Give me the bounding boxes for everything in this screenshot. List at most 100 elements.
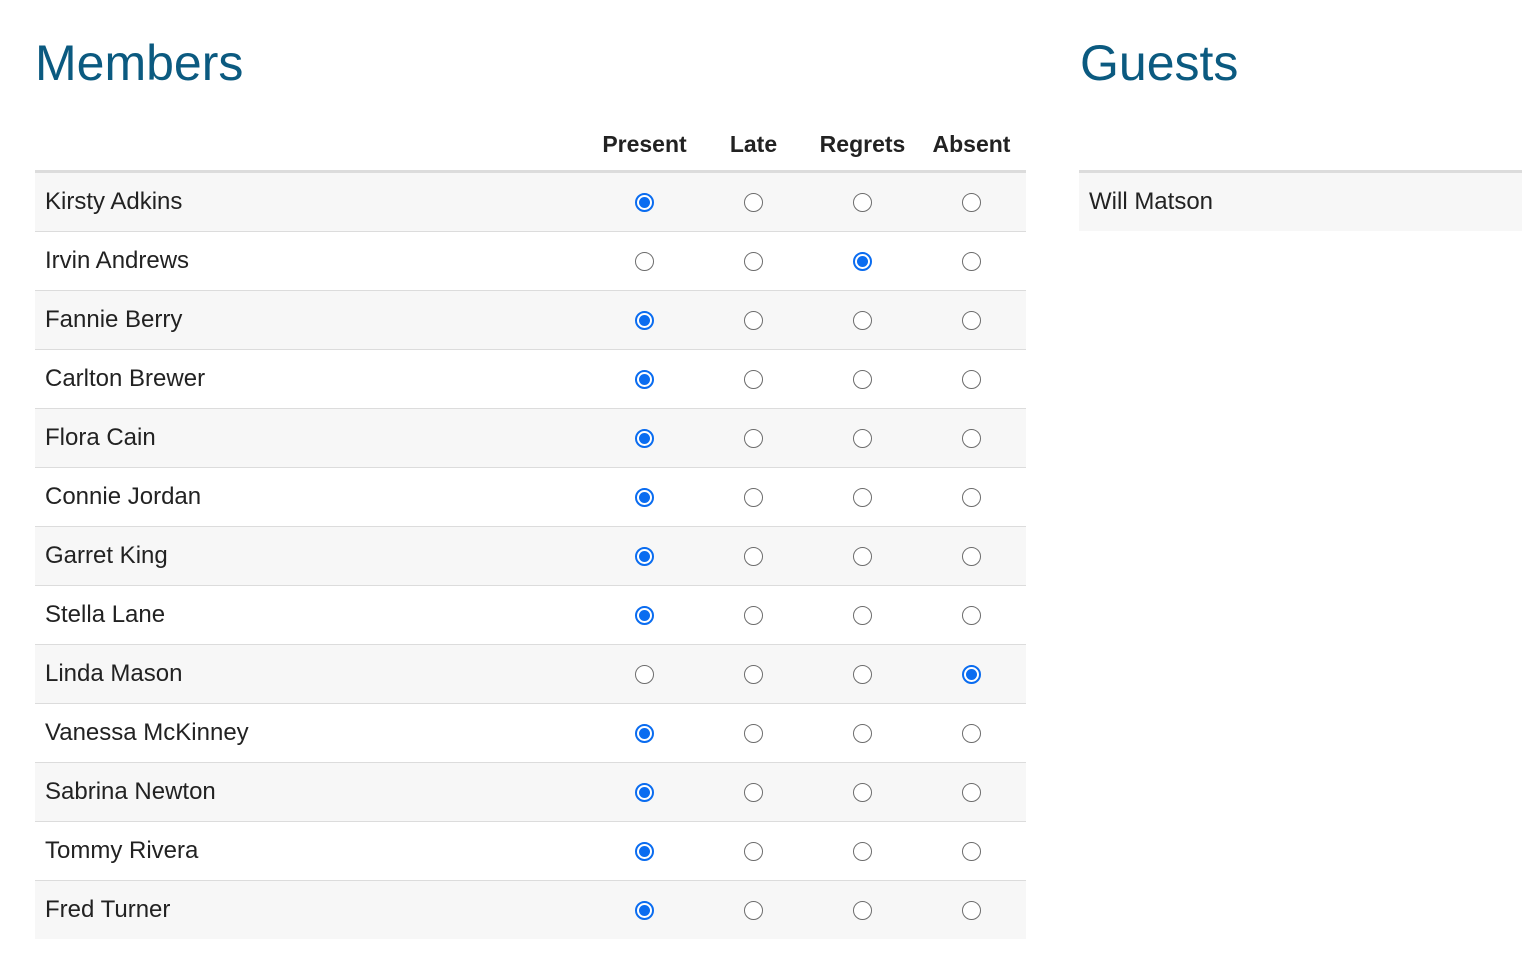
status-radio-regrets[interactable] [853, 782, 872, 802]
status-radio-present[interactable] [635, 546, 654, 566]
status-radio-regrets[interactable] [853, 900, 872, 920]
status-cell-late [699, 880, 808, 939]
status-radio-late[interactable] [744, 546, 763, 566]
status-radio-regrets[interactable] [853, 192, 872, 212]
status-cell-present [590, 171, 699, 232]
members-header-row: Present Late Regrets Absent [35, 118, 1026, 173]
status-radio-late[interactable] [744, 251, 763, 271]
status-cell-absent [917, 526, 1026, 586]
guest-name: Will Matson [1089, 188, 1214, 215]
status-radio-absent[interactable] [962, 487, 981, 507]
status-radio-absent[interactable] [962, 310, 981, 330]
status-cell-regrets [808, 703, 917, 763]
status-cell-absent [917, 585, 1026, 645]
status-cell-present [590, 762, 699, 822]
status-radio-regrets[interactable] [853, 723, 872, 743]
status-radio-absent[interactable] [962, 841, 981, 861]
status-cell-late [699, 644, 808, 704]
guest-row: Will Matson [1079, 173, 1522, 231]
status-radio-present[interactable] [635, 664, 654, 684]
member-row: Connie Jordan [35, 467, 1026, 527]
member-row: Carlton Brewer [35, 349, 1026, 409]
status-cell-late [699, 290, 808, 350]
status-radio-late[interactable] [744, 487, 763, 507]
status-cell-absent [917, 644, 1026, 704]
status-radio-regrets[interactable] [853, 605, 872, 625]
status-radio-present[interactable] [635, 782, 654, 802]
status-radio-regrets[interactable] [853, 251, 872, 271]
status-cell-absent [917, 880, 1026, 939]
status-radio-absent[interactable] [962, 251, 981, 271]
status-cell-late [699, 526, 808, 586]
member-name: Garret King [35, 526, 590, 586]
status-radio-present[interactable] [635, 310, 654, 330]
status-radio-late[interactable] [744, 782, 763, 802]
status-radio-present[interactable] [635, 251, 654, 271]
status-radio-late[interactable] [744, 428, 763, 448]
status-radio-absent[interactable] [962, 369, 981, 389]
status-radio-absent[interactable] [962, 900, 981, 920]
member-name: Fannie Berry [35, 290, 590, 350]
status-cell-regrets [808, 408, 917, 468]
status-radio-regrets[interactable] [853, 546, 872, 566]
status-radio-present[interactable] [635, 487, 654, 507]
status-cell-present [590, 880, 699, 939]
status-radio-present[interactable] [635, 841, 654, 861]
status-cell-absent [917, 171, 1026, 232]
status-radio-present[interactable] [635, 900, 654, 920]
member-name: Connie Jordan [35, 467, 590, 527]
status-cell-regrets [808, 290, 917, 350]
status-cell-regrets [808, 349, 917, 409]
status-radio-regrets[interactable] [853, 841, 872, 861]
member-row: Kirsty Adkins [35, 171, 1026, 232]
status-radio-present[interactable] [635, 605, 654, 625]
status-radio-present[interactable] [635, 723, 654, 743]
member-row: Fannie Berry [35, 290, 1026, 350]
status-radio-late[interactable] [744, 310, 763, 330]
status-cell-absent [917, 467, 1026, 527]
status-radio-present[interactable] [635, 369, 654, 389]
status-radio-late[interactable] [744, 369, 763, 389]
status-radio-late[interactable] [744, 900, 763, 920]
status-cell-absent [917, 703, 1026, 763]
status-cell-late [699, 703, 808, 763]
member-name: Flora Cain [35, 408, 590, 468]
status-radio-absent[interactable] [962, 546, 981, 566]
status-radio-regrets[interactable] [853, 428, 872, 448]
status-cell-regrets [808, 821, 917, 881]
status-cell-regrets [808, 231, 917, 291]
column-header-absent: Absent [917, 118, 1026, 173]
status-radio-late[interactable] [744, 192, 763, 212]
status-radio-absent[interactable] [962, 605, 981, 625]
status-radio-late[interactable] [744, 605, 763, 625]
status-radio-late[interactable] [744, 723, 763, 743]
status-cell-present [590, 526, 699, 586]
member-name: Kirsty Adkins [35, 171, 590, 232]
member-name: Stella Lane [35, 585, 590, 645]
status-radio-regrets[interactable] [853, 310, 872, 330]
status-radio-absent[interactable] [962, 428, 981, 448]
guests-title: Guests [1080, 35, 1239, 91]
status-radio-regrets[interactable] [853, 664, 872, 684]
member-row: Tommy Rivera [35, 821, 1026, 881]
status-cell-present [590, 290, 699, 350]
member-name: Sabrina Newton [35, 762, 590, 822]
status-cell-absent [917, 762, 1026, 822]
status-radio-regrets[interactable] [853, 369, 872, 389]
status-radio-late[interactable] [744, 841, 763, 861]
status-cell-absent [917, 408, 1026, 468]
status-cell-regrets [808, 880, 917, 939]
member-row: Stella Lane [35, 585, 1026, 645]
status-radio-absent[interactable] [962, 723, 981, 743]
member-name: Tommy Rivera [35, 821, 590, 881]
name-column-header [35, 118, 590, 173]
status-radio-present[interactable] [635, 192, 654, 212]
status-radio-absent[interactable] [962, 664, 981, 684]
status-radio-present[interactable] [635, 428, 654, 448]
members-body: Kirsty Adkins Irvin Andrews Fannie Berry Ca… [35, 171, 1026, 939]
status-radio-late[interactable] [744, 664, 763, 684]
status-radio-absent[interactable] [962, 782, 981, 802]
status-cell-absent [917, 231, 1026, 291]
status-radio-absent[interactable] [962, 192, 981, 212]
status-radio-regrets[interactable] [853, 487, 872, 507]
